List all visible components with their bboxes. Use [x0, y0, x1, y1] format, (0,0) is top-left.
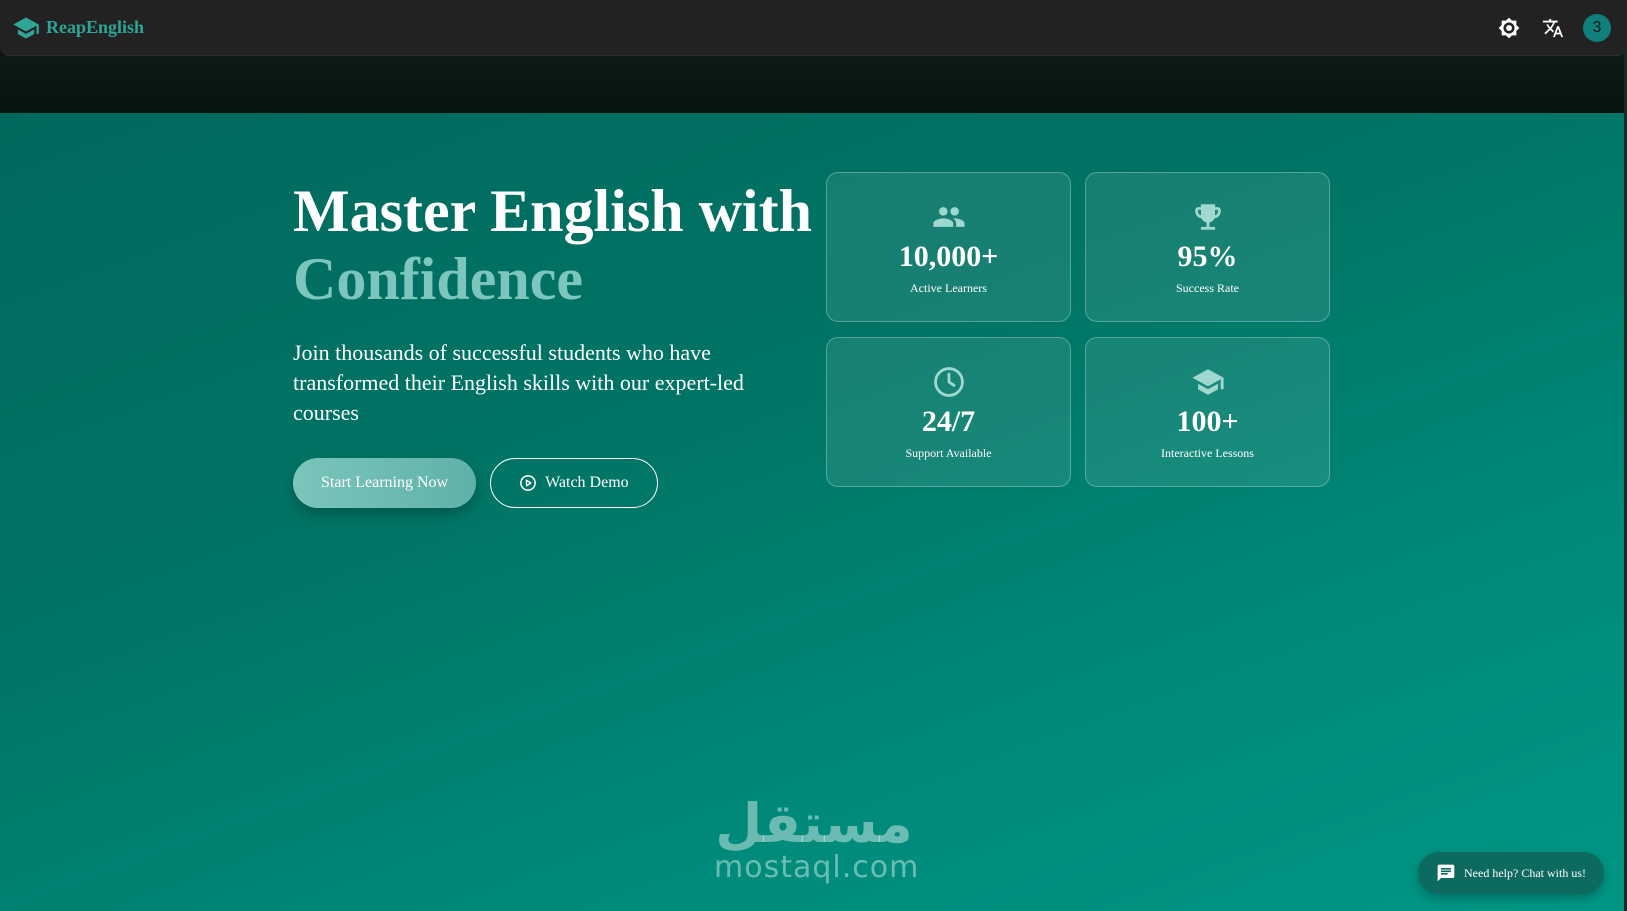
graduation-cap-icon	[1191, 368, 1224, 395]
hero-title-line: Master English with	[293, 178, 812, 244]
stat-card-support: 24/7 Support Available	[826, 337, 1071, 487]
stat-card-success: 95% Success Rate	[1085, 172, 1330, 322]
chat-label: Need help? Chat with us!	[1464, 865, 1586, 880]
hero-title-accent: Confidence	[293, 246, 583, 312]
graduation-cap-icon	[13, 17, 39, 38]
people-icon	[932, 206, 965, 227]
stats-grid: 10,000+ Active Learners 95% Success Rate	[826, 172, 1330, 487]
theme-toggle-button[interactable]	[1495, 14, 1523, 42]
stat-value: 24/7	[921, 404, 976, 438]
stat-label: Success Rate	[1176, 280, 1239, 295]
hero-content: Master English with Confidence Join thou…	[293, 178, 813, 508]
chat-icon	[1437, 864, 1455, 882]
brightness-icon	[1498, 17, 1520, 38]
stat-label: Interactive Lessons	[1161, 445, 1254, 460]
stat-card-lessons: 100+ Interactive Lessons	[1085, 337, 1330, 487]
stat-value: 10,000+	[898, 239, 999, 273]
nav-actions: 3	[1495, 13, 1611, 42]
chat-support-button[interactable]: Need help? Chat with us!	[1418, 852, 1604, 894]
start-learning-button[interactable]: Start Learning Now	[293, 458, 477, 508]
hero-title: Master English with Confidence	[293, 178, 813, 314]
hero-subtitle: Join thousands of successful students wh…	[293, 340, 744, 425]
stat-card-learners: 10,000+ Active Learners	[826, 172, 1071, 322]
stat-label: Active Learners	[910, 280, 987, 295]
watch-demo-label: Watch Demo	[545, 474, 629, 491]
hero-buttons: Start Learning Now Watch Demo	[293, 458, 813, 508]
clock-icon	[933, 366, 964, 397]
play-circle-icon	[520, 475, 536, 491]
top-navbar: ReapEnglish 3	[0, 0, 1627, 56]
stat-label: Support Available	[905, 445, 992, 460]
watermark-latin: mostaql.com	[714, 850, 920, 885]
language-button[interactable]	[1539, 14, 1567, 42]
trophy-icon	[1194, 203, 1221, 230]
stat-value: 95%	[1177, 239, 1238, 273]
brand-logo[interactable]: ReapEnglish	[12, 14, 144, 42]
mostaql-watermark: مستقل mostaql.com	[714, 792, 920, 885]
header-band	[0, 56, 1627, 113]
watch-demo-button[interactable]: Watch Demo	[490, 458, 658, 508]
user-avatar[interactable]: 3	[1583, 13, 1611, 42]
page: ReapEnglish 3 Master English with Confid…	[0, 0, 1627, 911]
stat-value: 100+	[1176, 404, 1239, 438]
brand-name: ReapEnglish	[46, 17, 145, 37]
translate-icon	[1542, 18, 1564, 37]
watermark-arabic: مستقل	[715, 792, 913, 855]
